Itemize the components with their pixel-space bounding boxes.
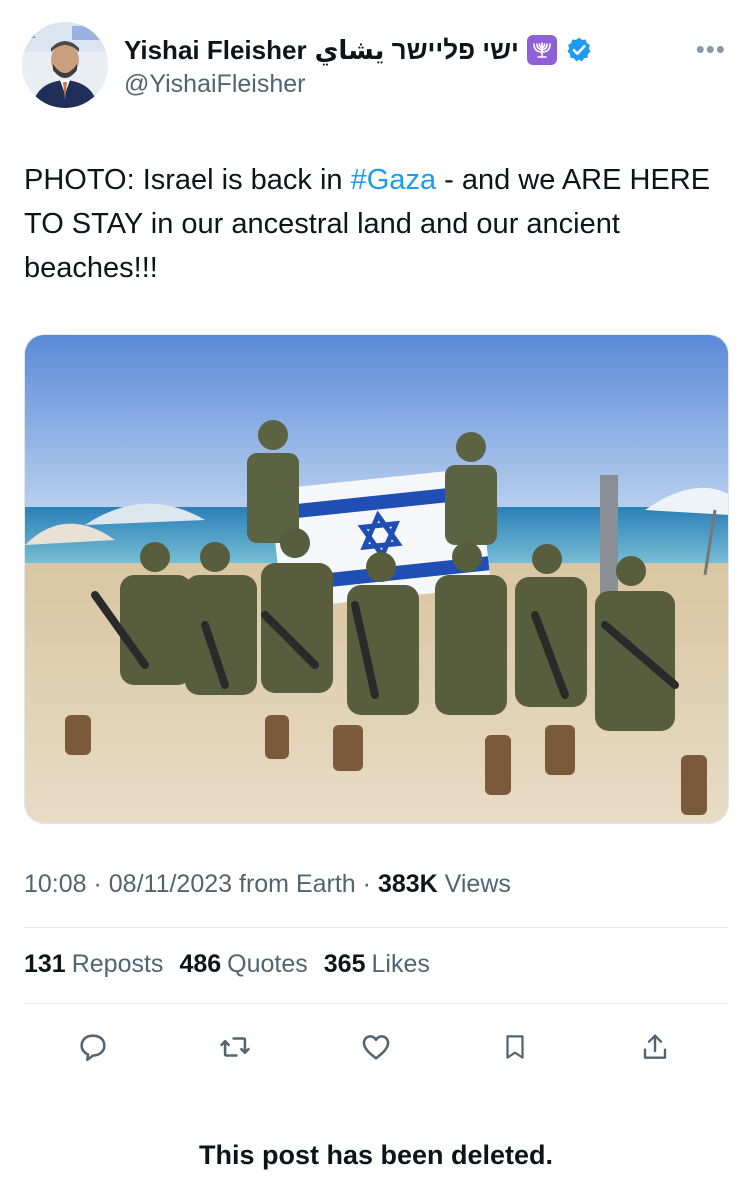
menorah-icon: [526, 35, 557, 65]
verified-badge-icon: [565, 36, 593, 64]
reposts-count: 131: [24, 950, 66, 978]
avatar-image: a: [22, 22, 108, 108]
meta-separator: ·: [86, 870, 109, 898]
likes-label: Likes: [371, 950, 430, 978]
meta-separator: ·: [355, 870, 378, 898]
post-time[interactable]: 10:08: [24, 870, 87, 898]
quotes-label: Quotes: [227, 950, 308, 978]
divider: [24, 927, 728, 928]
name-row: Yishai Fleisher ישי פליישר يشاي: [124, 32, 593, 68]
author-display-name-alt[interactable]: ישי פליישר يشاي: [315, 35, 519, 66]
avatar[interactable]: a: [22, 22, 108, 108]
divider: [24, 1003, 728, 1004]
likes-count: 365: [323, 950, 366, 978]
post-text: PHOTO: Israel is back in #Gaza - and we …: [24, 158, 724, 290]
likes-stat[interactable]: 365 Likes: [324, 950, 430, 979]
reposts-label: Reposts: [71, 950, 164, 978]
post-header: a Yishai Fleisher ישי פליישר يشاي @Yisha…: [22, 22, 730, 112]
quotes-count: 486: [179, 950, 222, 978]
deleted-notice: This post has been deleted.: [198, 1140, 554, 1170]
post-photo[interactable]: [24, 334, 729, 824]
photo-image: [25, 335, 728, 823]
author-handle[interactable]: @YishaiFleisher: [124, 70, 593, 99]
share-icon[interactable]: [630, 1022, 680, 1072]
post-date[interactable]: 08/11/2023: [109, 870, 232, 898]
post-stats: 131 Reposts 486 Quotes 365 Likes: [24, 950, 430, 979]
post-text-before: PHOTO: Israel is back in: [24, 164, 351, 196]
views-label: Views: [437, 870, 511, 898]
repost-icon[interactable]: [210, 1022, 260, 1072]
author-display-name[interactable]: Yishai Fleisher: [124, 35, 307, 66]
action-bar: [24, 1022, 728, 1072]
views-count: 383K: [377, 870, 438, 898]
like-icon[interactable]: [351, 1022, 401, 1072]
quotes-stat[interactable]: 486 Quotes: [179, 950, 307, 979]
post-meta: 10:08 · 08/11/2023 from Earth · 383K Vie…: [24, 870, 511, 899]
hashtag-link[interactable]: #Gaza: [351, 164, 436, 196]
author-names: Yishai Fleisher ישי פליישר يشاي @YishaiF…: [124, 32, 593, 99]
more-options-icon[interactable]: •••: [696, 34, 726, 65]
reply-icon[interactable]: [68, 1022, 118, 1072]
avatar-backdrop-text: a: [30, 30, 35, 40]
reposts-stat[interactable]: 131 Reposts: [24, 950, 163, 979]
post-source: from Earth: [232, 870, 356, 898]
bookmark-icon[interactable]: [490, 1022, 540, 1072]
